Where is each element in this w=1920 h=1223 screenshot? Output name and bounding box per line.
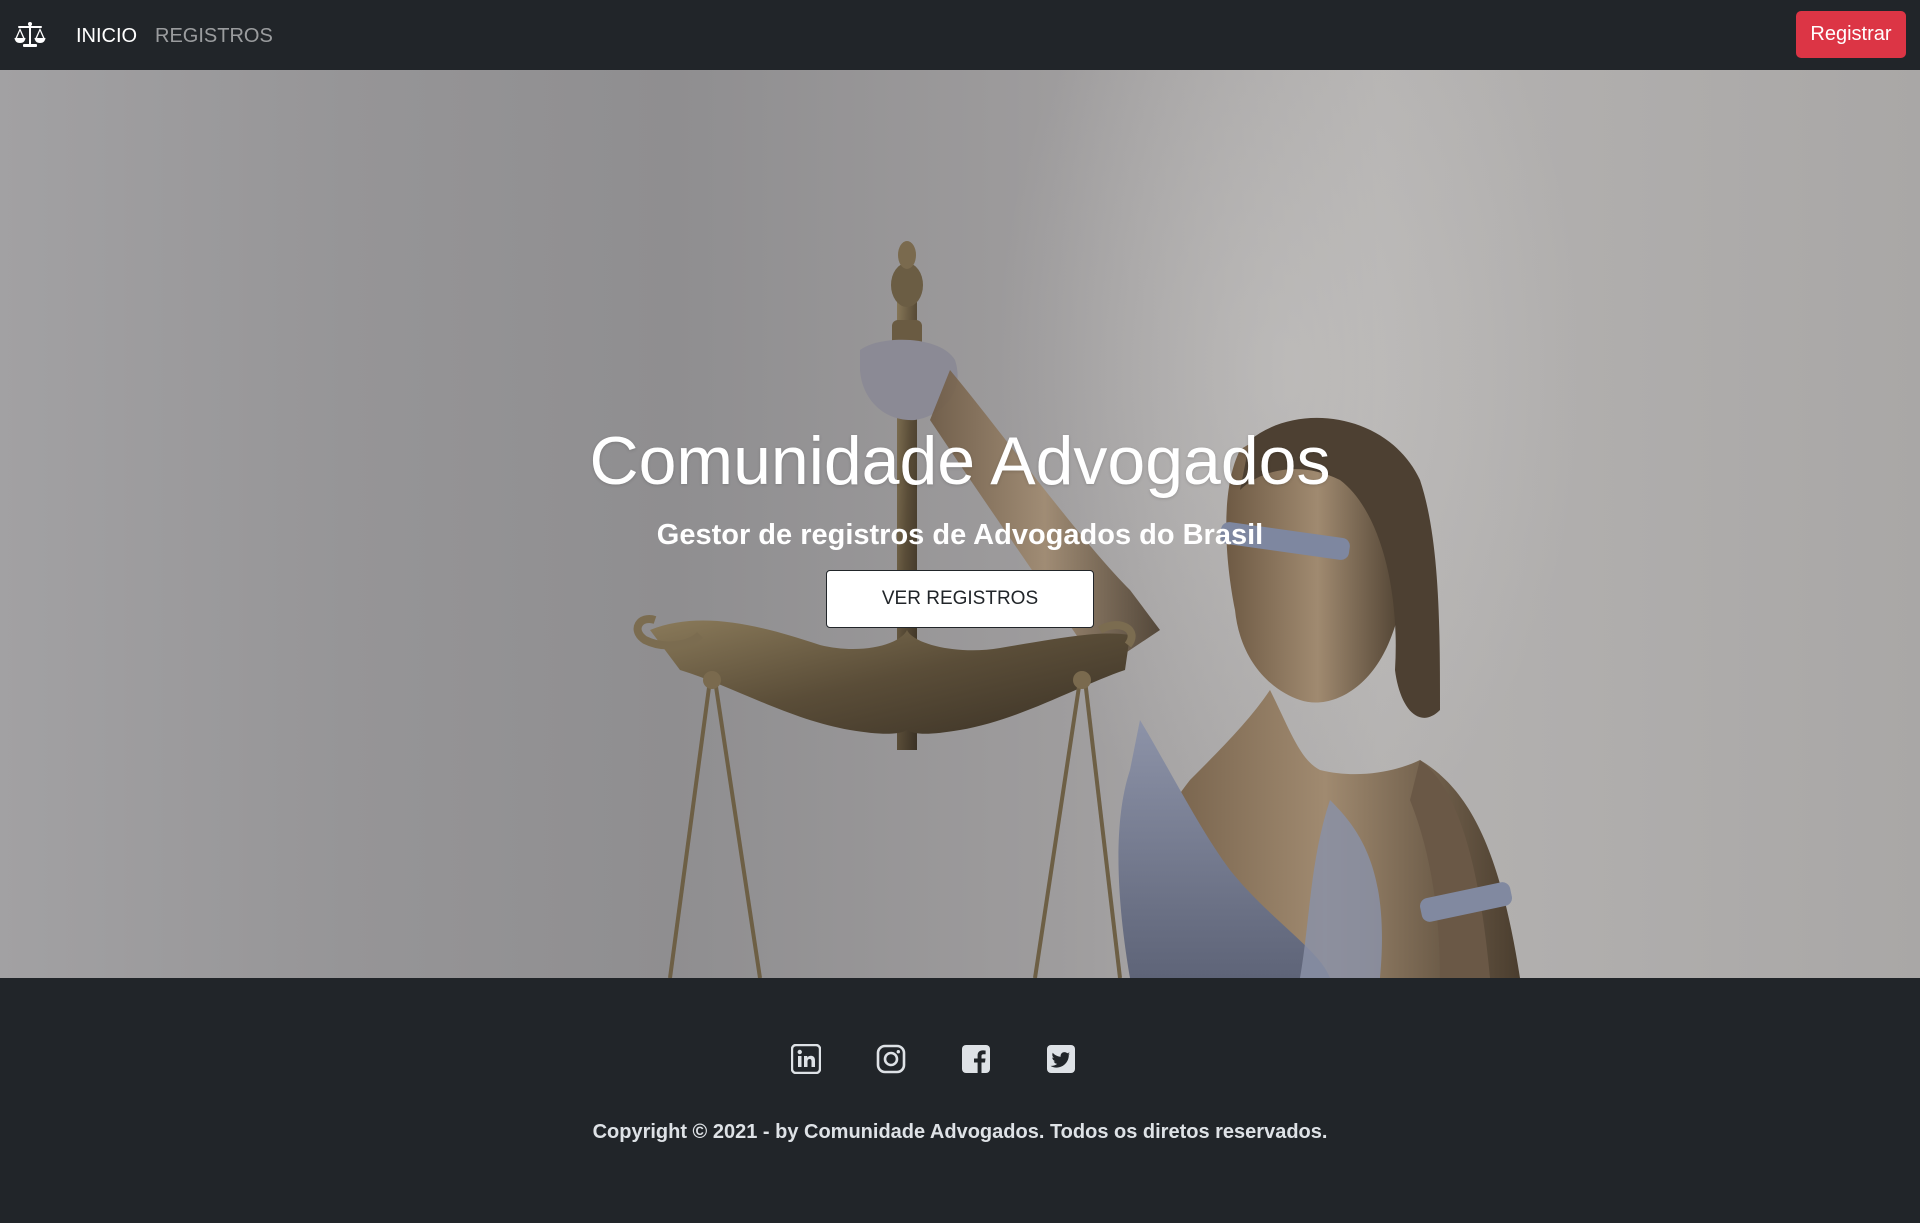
brand-scales-icon[interactable] [14,21,46,49]
register-button[interactable]: Registrar [1796,11,1906,58]
ver-registros-button[interactable]: VER REGISTROS [826,570,1094,628]
hero-title: Comunidade Advogados [589,423,1331,499]
nav-link-inicio[interactable]: INICIO [76,24,137,48]
linkedin-icon[interactable] [790,1043,822,1075]
hero-banner: Comunidade Advogados Gestor de registros… [0,70,1920,978]
navbar: INICIO REGISTROS Registrar [0,0,1920,70]
nav-link-registros[interactable]: REGISTROS [155,24,273,48]
footer [0,978,1920,1223]
facebook-icon[interactable] [961,1044,991,1074]
twitter-icon[interactable] [1046,1044,1076,1074]
instagram-icon[interactable] [876,1044,906,1074]
copyright-text: Copyright © 2021 - by Comunidade Advogad… [592,1121,1328,1143]
hero-subtitle: Gestor de registros de Advogados do Bras… [656,519,1264,551]
